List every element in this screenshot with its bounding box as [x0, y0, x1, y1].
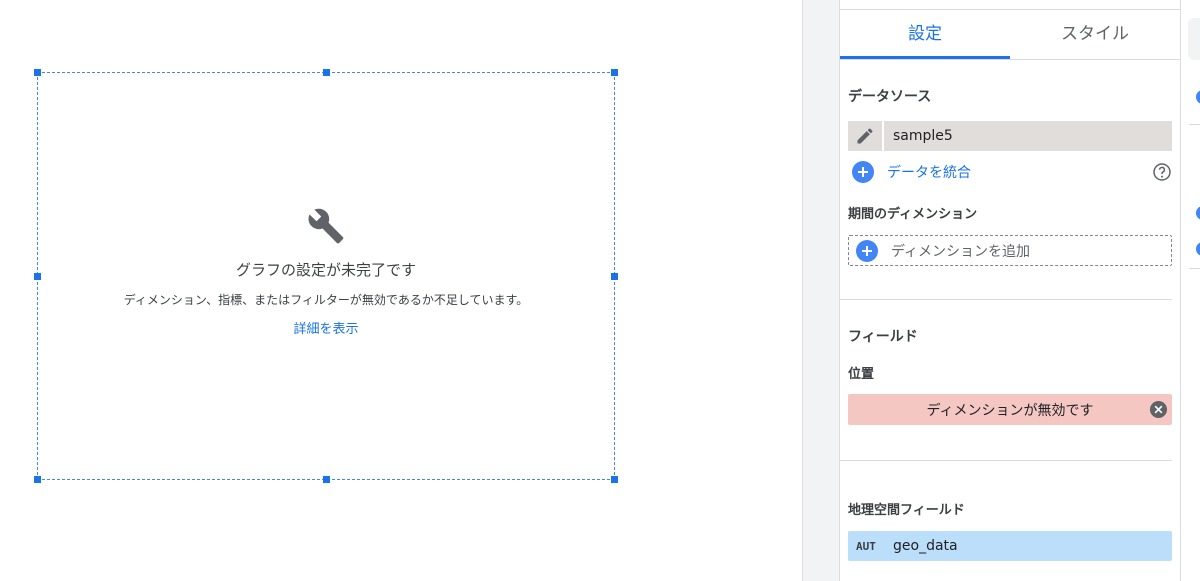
location-label: 位置 — [848, 367, 875, 382]
data-source-title: データソース — [848, 89, 932, 105]
plus-icon — [852, 161, 874, 183]
section-divider — [840, 299, 1172, 300]
fields-title: フィールド — [848, 329, 918, 345]
resize-handle-sw[interactable] — [34, 476, 41, 483]
blend-data-row[interactable]: データを統合 — [852, 160, 1172, 184]
close-circle-icon[interactable] — [1149, 400, 1168, 419]
show-details-link[interactable]: 詳細を表示 — [38, 318, 614, 337]
blend-data-button[interactable]: データを統合 — [887, 162, 971, 182]
tab-setup[interactable]: 設定 — [840, 10, 1010, 59]
edge-divider — [1189, 268, 1200, 269]
report-canvas: グラフの設定が未完了です ディメンション、指標、またはフィルターが無効であるか不… — [0, 0, 802, 581]
resize-handle-s[interactable] — [323, 476, 330, 483]
add-date-dimension-button[interactable]: ディメンションを追加 — [848, 235, 1172, 266]
invalid-dimension-label: ディメンションが無効です — [926, 402, 1094, 419]
edit-data-source-button[interactable] — [848, 121, 884, 151]
section-divider — [840, 460, 1172, 461]
resize-handle-ne[interactable] — [611, 69, 618, 76]
field-type-dot — [1196, 90, 1200, 104]
data-panel-edge — [1180, 0, 1200, 581]
edge-divider — [1189, 124, 1200, 125]
tab-style[interactable]: スタイル — [1010, 10, 1180, 59]
resize-handle-nw[interactable] — [34, 69, 41, 76]
pencil-icon — [857, 128, 873, 144]
resize-handle-se[interactable] — [611, 476, 618, 483]
resize-handle-n[interactable] — [323, 69, 330, 76]
geo-field-label: 地理空間フィールド — [848, 503, 965, 518]
chart-component[interactable]: グラフの設定が未完了です ディメンション、指標、またはフィルターが無効であるか不… — [34, 69, 618, 483]
properties-tabs: 設定 スタイル — [840, 10, 1180, 60]
data-source-chip[interactable]: sample5 — [848, 121, 1172, 151]
search-box-edge[interactable] — [1188, 18, 1200, 60]
chart-error-body: ディメンション、指標、またはフィルターが無効であるか不足しています。 — [123, 293, 529, 307]
date-dimension-label: 期間のディメンション — [848, 207, 978, 222]
chart-error-title: グラフの設定が未完了です — [235, 261, 416, 279]
properties-panel: 設定 スタイル データソース sample5 データを統合 期間のディメンション… — [840, 0, 1180, 581]
add-dimension-placeholder: ディメンションを追加 — [891, 243, 1031, 260]
field-type-badge: AUT — [856, 539, 876, 553]
geo-field-chip[interactable]: AUT geo_data — [848, 531, 1172, 561]
help-icon[interactable] — [1152, 162, 1172, 182]
panel-gutter — [802, 0, 840, 581]
field-type-dot — [1196, 206, 1200, 220]
geo-field-name: geo_data — [893, 538, 958, 554]
data-source-name: sample5 — [893, 128, 953, 144]
field-type-dot — [1196, 242, 1200, 256]
plus-icon — [856, 239, 878, 262]
chart-error-message: グラフの設定が未完了です ディメンション、指標、またはフィルターが無効であるか不… — [38, 207, 614, 337]
wrench-icon — [308, 208, 344, 244]
location-field-chip[interactable]: ディメンションが無効です — [848, 394, 1172, 425]
